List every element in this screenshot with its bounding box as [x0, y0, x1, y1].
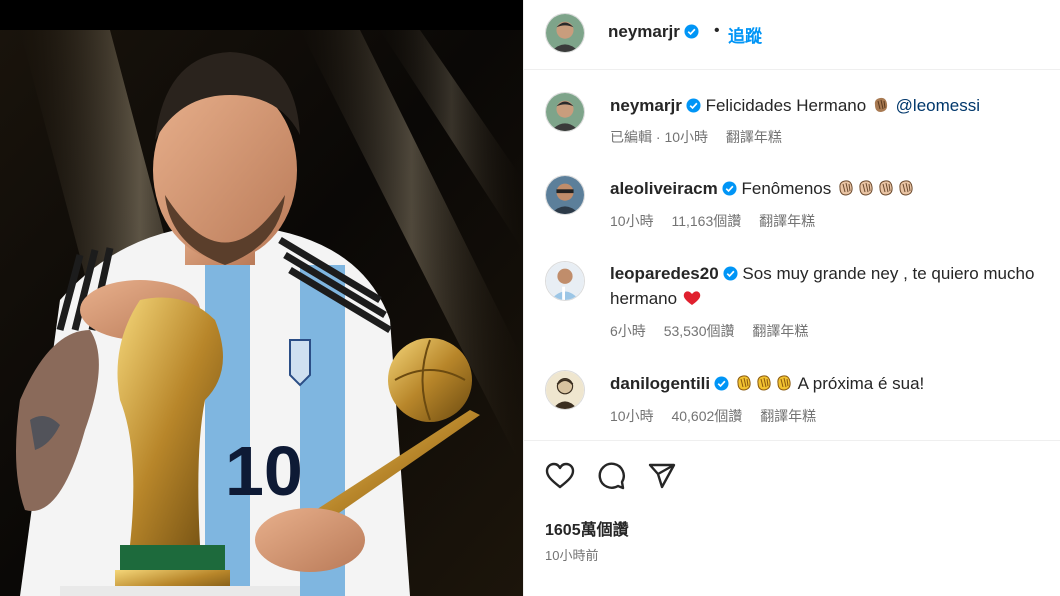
caption-meta: 已編輯 · 10小時 翻譯年糕	[610, 127, 796, 147]
caption-text: neymarjr Felicidades Hermano @leomessi	[610, 93, 1060, 118]
comment-body: A próxima é sua!	[797, 374, 925, 393]
comment-translate-link[interactable]: 翻譯年糕	[759, 213, 815, 229]
caption-username[interactable]: neymarjr	[610, 96, 682, 115]
comment-body-line2: hermano	[610, 289, 678, 308]
comment-meta: 10小時 40,602個讚 翻譯年糕	[610, 406, 830, 426]
mention-link[interactable]: @leomessi	[896, 96, 980, 115]
comment-avatar[interactable]	[545, 175, 585, 215]
caption-edited-time: 已編輯 · 10小時	[610, 129, 709, 145]
verified-badge-icon	[722, 181, 737, 196]
verified-badge-icon	[714, 376, 729, 391]
author-avatar[interactable]	[545, 13, 585, 53]
comment-meta: 6小時 53,530個讚 翻譯年糕	[610, 321, 822, 341]
clap-emoji-icon	[839, 180, 853, 196]
comment-time: 10小時	[610, 213, 654, 229]
comment-body: Fenômenos	[741, 179, 832, 198]
author-username[interactable]: neymarjr	[608, 22, 680, 41]
comment-username[interactable]: danilogentili	[610, 374, 710, 393]
clap-emoji-icon	[899, 180, 913, 196]
follow-button[interactable]: 追蹤	[728, 22, 762, 47]
comment-translate-link[interactable]: 翻譯年糕	[760, 408, 816, 424]
post-photo[interactable]: 10	[0, 0, 523, 596]
svg-text:10: 10	[225, 432, 303, 510]
comment-username[interactable]: leoparedes20	[610, 264, 719, 283]
comment-text: aleoliveiracm Fenômenos	[610, 176, 1060, 201]
verified-badge-icon	[684, 24, 699, 39]
comment-meta: 10小時 11,163個讚 翻譯年糕	[610, 211, 829, 231]
caption-avatar[interactable]	[545, 92, 585, 132]
share-icon[interactable]	[647, 461, 677, 491]
caption-translate-link[interactable]: 翻譯年糕	[726, 129, 782, 145]
verified-badge-icon	[723, 266, 738, 281]
clap-emoji-icon	[879, 180, 893, 196]
comment-username[interactable]: aleoliveiracm	[610, 179, 718, 198]
post-like-count[interactable]: 1605萬個讚	[545, 516, 629, 540]
clap-emoji-icon	[757, 375, 771, 391]
comment-text: danilogentili A próxima é sua!	[610, 371, 1060, 396]
post-header: neymarjr • 追蹤	[524, 0, 1060, 70]
comment-icon[interactable]	[596, 461, 626, 491]
clap-emoji-icon	[874, 97, 888, 112]
verified-badge-icon	[686, 98, 701, 113]
comment-text: leoparedes20 Sos muy grande ney , te qui…	[610, 261, 1060, 311]
caption-body: Felicidades Hermano	[705, 96, 867, 115]
post-actions-bar: 1605萬個讚 10小時前	[524, 440, 1060, 596]
comment-body: Sos muy grande ney , te quiero mucho	[742, 264, 1035, 283]
comment-avatar[interactable]	[545, 370, 585, 410]
clap-emoji-icon	[859, 180, 873, 196]
author-name-group[interactable]: neymarjr	[608, 22, 699, 42]
comment-like-count[interactable]: 11,163個讚	[671, 213, 741, 229]
red-heart-emoji-icon	[683, 291, 701, 305]
comment-like-count[interactable]: 53,530個讚	[664, 323, 735, 339]
post-image: 10	[0, 0, 523, 596]
comment-avatar[interactable]	[545, 261, 585, 301]
post-timestamp: 10小時前	[545, 548, 599, 563]
clap-emoji-icon	[737, 375, 751, 391]
heart-icon[interactable]	[545, 461, 575, 491]
comment-time: 10小時	[610, 408, 654, 424]
comment-translate-link[interactable]: 翻譯年糕	[752, 323, 808, 339]
comment-time: 6小時	[610, 323, 646, 339]
comment-like-count[interactable]: 40,602個讚	[671, 408, 742, 424]
clap-emoji-icon	[777, 375, 791, 391]
separator-dot: •	[714, 22, 720, 39]
post-side-panel: neymarjr • 追蹤 neymarjr Felicidades Herma…	[523, 0, 1060, 596]
